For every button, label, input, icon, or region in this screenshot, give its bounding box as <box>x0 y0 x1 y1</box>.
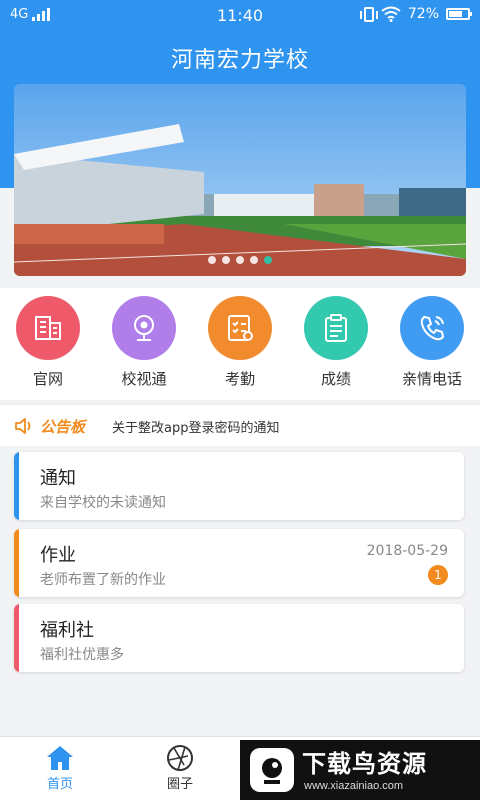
carousel-dot[interactable] <box>250 256 258 264</box>
notice-board[interactable]: 公告板 关于整改app登录密码的通知 <box>0 404 480 446</box>
bird-logo-icon <box>250 748 294 792</box>
speaker-icon <box>15 418 31 434</box>
entry-family-phone[interactable]: 亲情电话 <box>384 296 480 389</box>
card-title: 通知 <box>40 468 76 489</box>
carousel-dot[interactable] <box>264 256 272 264</box>
card-title: 福利社 <box>40 620 94 641</box>
entry-attendance[interactable]: 考勤 <box>192 296 288 389</box>
unread-badge: 1 <box>428 565 448 585</box>
tab-home[interactable]: 首页 <box>10 743 110 792</box>
camera-icon <box>112 296 176 360</box>
battery-percent: 72% <box>407 6 439 22</box>
page-title: 河南宏力学校 <box>170 48 309 73</box>
status-bar: 4G 11:40 72% <box>0 0 480 30</box>
entry-label: 成绩 <box>320 370 351 388</box>
home-icon <box>10 743 110 773</box>
tab-circle[interactable]: 圈子 <box>130 743 230 792</box>
tab-label: 圈子 <box>166 777 193 792</box>
entry-grades[interactable]: 成绩 <box>288 296 384 389</box>
card-date: 2018-05-29 <box>366 543 448 559</box>
building-icon <box>16 296 80 360</box>
entry-label: 官网 <box>32 370 63 388</box>
entry-label: 考勤 <box>224 370 255 388</box>
card-subtitle: 老师布置了新的作业 <box>40 572 166 588</box>
vibrate-icon <box>359 6 378 22</box>
card-subtitle: 来自学校的未读通知 <box>40 495 166 511</box>
card-accent <box>14 529 19 597</box>
card-accent <box>14 452 19 520</box>
entry-label: 校视通 <box>121 370 167 388</box>
aperture-icon <box>130 743 230 773</box>
wifi-icon <box>381 6 401 22</box>
card-notifications[interactable]: 通知 来自学校的未读通知 <box>14 452 464 520</box>
carousel-indicator[interactable] <box>14 256 466 264</box>
tab-label: 首页 <box>46 777 73 792</box>
card-welfare[interactable]: 福利社 福利社优惠多 <box>14 604 464 672</box>
checklist-icon <box>208 296 272 360</box>
battery-icon <box>446 8 472 20</box>
entry-label: 亲情电话 <box>401 370 462 388</box>
stadium-photo <box>14 84 466 276</box>
carousel-dot[interactable] <box>222 256 230 264</box>
card-accent <box>14 604 19 672</box>
card-subtitle: 福利社优惠多 <box>40 647 124 663</box>
watermark-title: 下载鸟资源 <box>302 750 427 778</box>
notice-text[interactable]: 关于整改app登录密码的通知 <box>112 417 279 436</box>
clipboard-icon <box>304 296 368 360</box>
notice-tag: 公告板 <box>40 418 86 436</box>
entry-video[interactable]: 校视通 <box>96 296 192 389</box>
card-homework[interactable]: 作业 老师布置了新的作业 2018-05-29 1 <box>14 529 464 597</box>
card-title: 作业 <box>40 545 76 566</box>
carousel-dot[interactable] <box>208 256 216 264</box>
watermark-banner: 下载鸟资源 www.xiazainiao.com <box>240 740 480 800</box>
quick-entries: 官网 校视通 考勤 成绩 亲情电话 <box>0 288 480 400</box>
watermark-url: www.xiazainiao.com <box>304 780 404 792</box>
entry-official-site[interactable]: 官网 <box>0 296 96 389</box>
phone-icon <box>400 296 464 360</box>
carousel-dot[interactable] <box>236 256 244 264</box>
banner-carousel[interactable] <box>14 84 466 276</box>
